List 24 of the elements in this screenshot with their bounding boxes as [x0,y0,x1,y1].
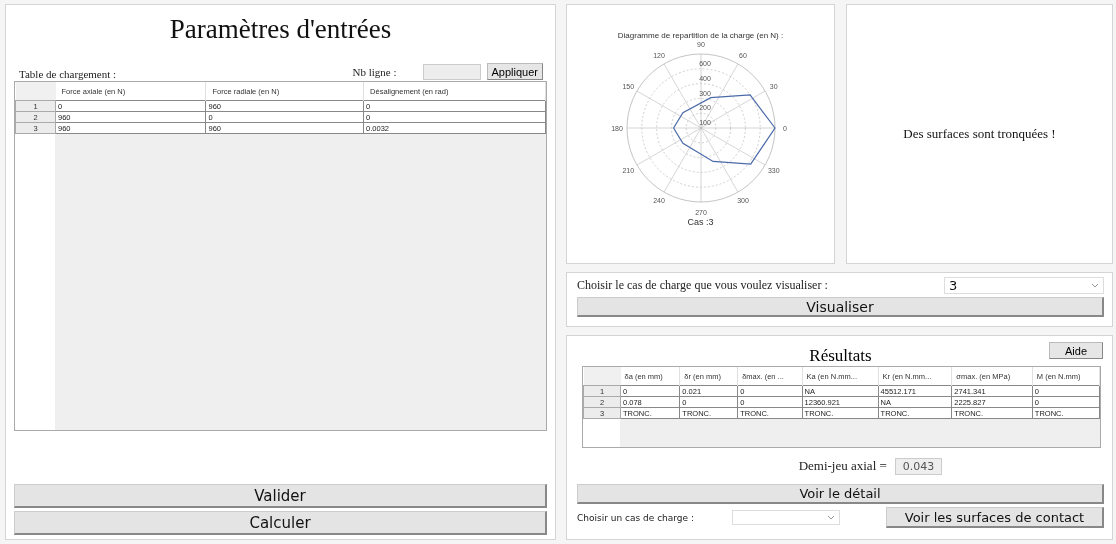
action-button[interactable]: Calculer [14,511,547,535]
chart-title: Diagramme de repartition de la charge (en N) : [617,31,784,40]
chevron-icon [1091,283,1099,288]
case-dropdown[interactable] [732,510,840,525]
row-header-gutter [583,419,620,447]
visualize-button[interactable]: Visualiser [577,297,1104,317]
chevron-icon [827,515,835,520]
help-button[interactable]: Aide [1049,342,1103,359]
detail-button[interactable]: Voir le détail [577,484,1104,504]
field-label: Nb ligne : [352,65,397,78]
table-label: Table de chargement : [19,68,117,80]
panel-title: Résultats [809,345,872,366]
input-field[interactable] [422,63,481,80]
field-label: Choisir un cas de charge : [577,512,695,523]
contact-button[interactable]: Voir les surfaces de contact [886,507,1104,528]
field-label: Choisir le cas de charge que vous voulez visualiser : [577,278,828,293]
panel-title: Paramètres d'entrées [168,14,393,46]
action-button[interactable]: Valider [14,484,547,508]
warning-message: Des surfaces sont tronquées ! [903,126,1056,142]
chart-caption: Cas :3 [687,217,714,227]
output-field: 0.043 [894,457,943,475]
apply-button[interactable]: Appliquer [486,63,543,80]
field-label: Demi-jeu axial = [798,458,887,474]
case-dropdown[interactable]: 3 [944,277,1104,294]
